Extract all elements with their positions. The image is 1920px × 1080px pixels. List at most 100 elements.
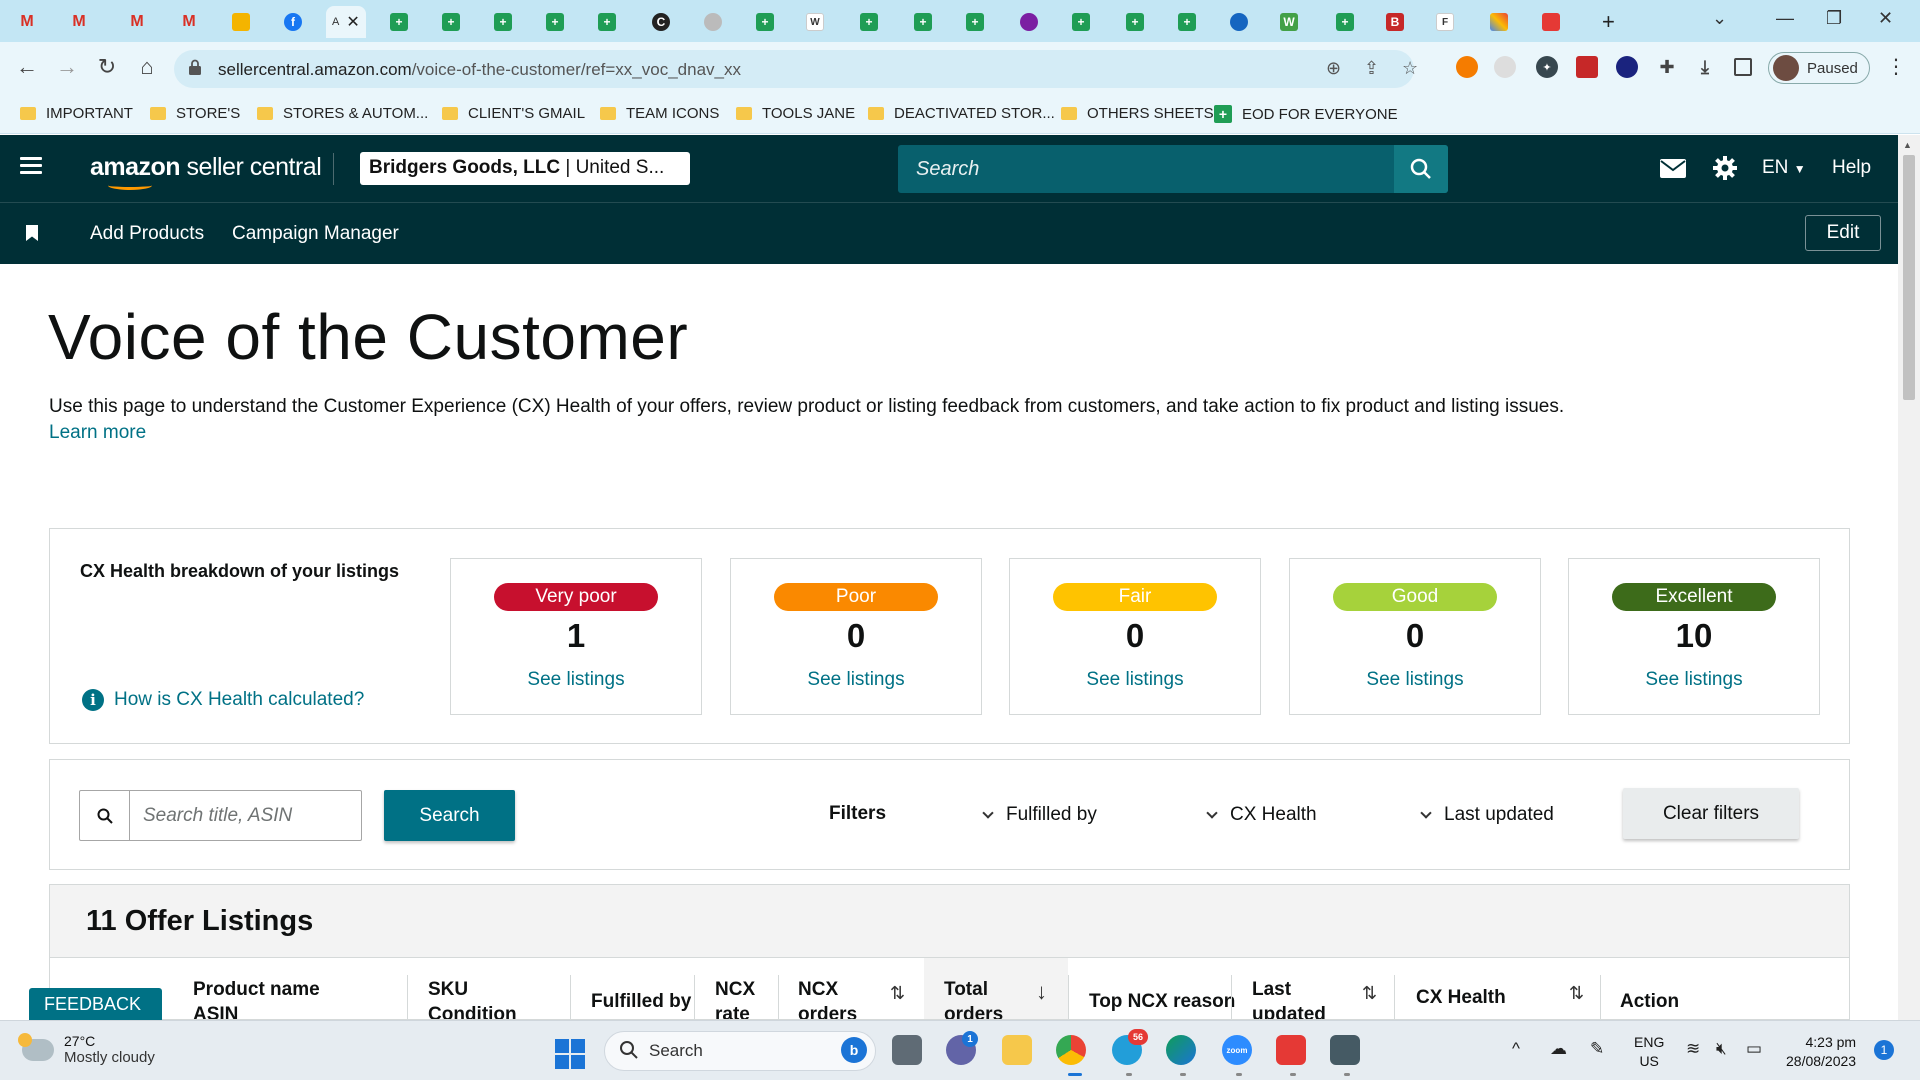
- tab-app[interactable]: W: [1280, 6, 1298, 38]
- download-icon[interactable]: ⤓: [1694, 56, 1716, 78]
- extension-orange-icon[interactable]: [1456, 56, 1478, 78]
- tab-app[interactable]: [704, 6, 722, 38]
- sort-icon[interactable]: ⇅: [890, 983, 905, 1004]
- restore-icon[interactable]: ❐: [1826, 8, 1842, 29]
- tab-app[interactable]: C: [652, 6, 670, 38]
- tab-fedex[interactable]: F: [1436, 6, 1454, 38]
- bookmark-icon[interactable]: [26, 225, 38, 241]
- chevron-up-icon[interactable]: ^: [1512, 1039, 1520, 1059]
- hamburger-menu-icon[interactable]: [20, 157, 42, 175]
- scrollbar-thumb[interactable]: [1903, 155, 1915, 400]
- tab-app[interactable]: B: [1386, 6, 1404, 38]
- tab-app[interactable]: [1230, 6, 1248, 38]
- cx-health-how-link[interactable]: i How is CX Health calculated?: [82, 689, 364, 711]
- help-link[interactable]: Help: [1832, 157, 1871, 179]
- feedback-button[interactable]: FEEDBACK ×: [29, 988, 162, 1037]
- listing-search-button[interactable]: Search: [384, 790, 515, 841]
- edge-icon[interactable]: [1166, 1035, 1196, 1065]
- file-explorer-icon[interactable]: [1002, 1035, 1032, 1065]
- home-icon[interactable]: ⌂: [132, 54, 162, 80]
- global-search[interactable]: Search: [898, 145, 1448, 193]
- windows-start-icon[interactable]: [555, 1039, 585, 1069]
- bookmark-folder[interactable]: STORE'S: [150, 105, 240, 122]
- scroll-up-arrow-icon[interactable]: ▲: [1903, 140, 1912, 150]
- share-icon[interactable]: ⇪: [1364, 58, 1379, 79]
- close-window-icon[interactable]: ✕: [1878, 8, 1893, 29]
- back-arrow-icon[interactable]: ←: [12, 54, 42, 80]
- tab-sheets[interactable]: +: [442, 6, 460, 38]
- notification-badge[interactable]: 1: [1874, 1040, 1894, 1060]
- tab-sheets[interactable]: +: [598, 6, 616, 38]
- tab-gmail[interactable]: M: [18, 6, 36, 38]
- taskbar-search[interactable]: Search b: [604, 1031, 876, 1071]
- browser-menu-icon[interactable]: ⋮: [1886, 54, 1906, 79]
- language-selector[interactable]: EN ▼: [1762, 157, 1806, 179]
- tab-sheets[interactable]: +: [1336, 6, 1354, 38]
- extension-grid-icon[interactable]: [1616, 56, 1638, 78]
- bookmark-star-icon[interactable]: ☆: [1402, 58, 1418, 79]
- tab-sheets[interactable]: +: [1126, 6, 1144, 38]
- tab-drive[interactable]: [232, 6, 250, 38]
- mail-icon[interactable]: [1660, 159, 1686, 178]
- see-listings-link[interactable]: See listings: [731, 669, 981, 691]
- learn-more-link[interactable]: Learn more: [49, 422, 146, 444]
- bookmark-folder[interactable]: OTHERS SHEETS: [1061, 105, 1214, 122]
- account-switcher[interactable]: Bridgers Goods, LLC | United S...: [360, 152, 690, 185]
- clear-filters-button[interactable]: Clear filters: [1623, 788, 1799, 839]
- listing-search-input[interactable]: [131, 791, 360, 840]
- wps-office-icon[interactable]: [1276, 1035, 1306, 1065]
- bookmark-folder[interactable]: TEAM ICONS: [600, 105, 719, 122]
- tab-gmail[interactable]: M: [128, 6, 146, 38]
- bookmark-folder[interactable]: DEACTIVATED STOR...: [868, 105, 1055, 122]
- bookmark-folder[interactable]: TOOLS JANE: [736, 105, 855, 122]
- side-panel-icon[interactable]: [1734, 58, 1752, 76]
- close-tab-icon[interactable]: ✕: [346, 12, 359, 32]
- see-listings-link[interactable]: See listings: [1010, 669, 1260, 691]
- see-listings-link[interactable]: See listings: [451, 669, 701, 691]
- calculator-icon[interactable]: [1330, 1035, 1360, 1065]
- search-button[interactable]: [1394, 145, 1448, 193]
- tab-sheets[interactable]: +: [860, 6, 878, 38]
- filter-fulfilled-by[interactable]: Fulfilled by: [982, 804, 1097, 826]
- zoom-icon[interactable]: ⊕: [1326, 58, 1341, 79]
- col-last-updated[interactable]: Last updated: [1252, 977, 1326, 1019]
- see-listings-link[interactable]: See listings: [1290, 669, 1540, 691]
- wifi-icon[interactable]: ≋: [1686, 1039, 1700, 1059]
- tab-sheets[interactable]: +: [1072, 6, 1090, 38]
- tab-app[interactable]: [1490, 6, 1508, 38]
- tab-gmail[interactable]: M: [180, 6, 198, 38]
- onedrive-cloud-icon[interactable]: ☁: [1550, 1039, 1567, 1059]
- see-listings-link[interactable]: See listings: [1569, 669, 1819, 691]
- tab-sheets[interactable]: +: [914, 6, 932, 38]
- sort-icon[interactable]: ⇅: [1569, 983, 1584, 1004]
- tab-gmail[interactable]: M: [70, 6, 88, 38]
- extension-dark-icon[interactable]: ✦: [1536, 56, 1558, 78]
- tab-sheets[interactable]: +: [494, 6, 512, 38]
- bookmark-link[interactable]: + EOD FOR EVERYONE: [1214, 105, 1398, 123]
- volume-muted-icon[interactable]: 🔇︎: [1716, 1039, 1727, 1059]
- tab-app[interactable]: [1020, 6, 1038, 38]
- input-language[interactable]: ENG US: [1634, 1033, 1664, 1071]
- tab-sheets[interactable]: +: [966, 6, 984, 38]
- tab-active[interactable]: A ✕: [326, 6, 366, 38]
- bookmark-folder[interactable]: IMPORTANT: [20, 105, 133, 122]
- tab-sheets[interactable]: +: [546, 6, 564, 38]
- tab-sheets[interactable]: +: [1178, 6, 1196, 38]
- weather-widget[interactable]: 27°C Mostly cloudy: [18, 1032, 155, 1066]
- zoom-icon[interactable]: zoom: [1222, 1035, 1252, 1065]
- sort-descending-icon[interactable]: ↓: [1036, 979, 1047, 1005]
- gear-icon[interactable]: [1712, 155, 1738, 181]
- nav-add-products[interactable]: Add Products: [90, 223, 204, 245]
- minimize-icon[interactable]: —: [1776, 8, 1794, 29]
- task-view-icon[interactable]: [892, 1035, 922, 1065]
- tab-app[interactable]: W: [806, 6, 824, 38]
- bookmark-folder[interactable]: CLIENT'S GMAIL: [442, 105, 585, 122]
- nav-campaign-manager[interactable]: Campaign Manager: [232, 223, 399, 245]
- col-ncx-orders[interactable]: NCX orders: [798, 977, 857, 1019]
- extension-calendar-icon[interactable]: [1576, 56, 1598, 78]
- col-cx-health[interactable]: CX Health: [1416, 985, 1506, 1010]
- extension-grey-icon[interactable]: [1494, 56, 1516, 78]
- tab-search-chevron-icon[interactable]: ⌄: [1712, 8, 1727, 29]
- forward-arrow-icon[interactable]: →: [52, 54, 82, 80]
- tab-sheets[interactable]: +: [756, 6, 774, 38]
